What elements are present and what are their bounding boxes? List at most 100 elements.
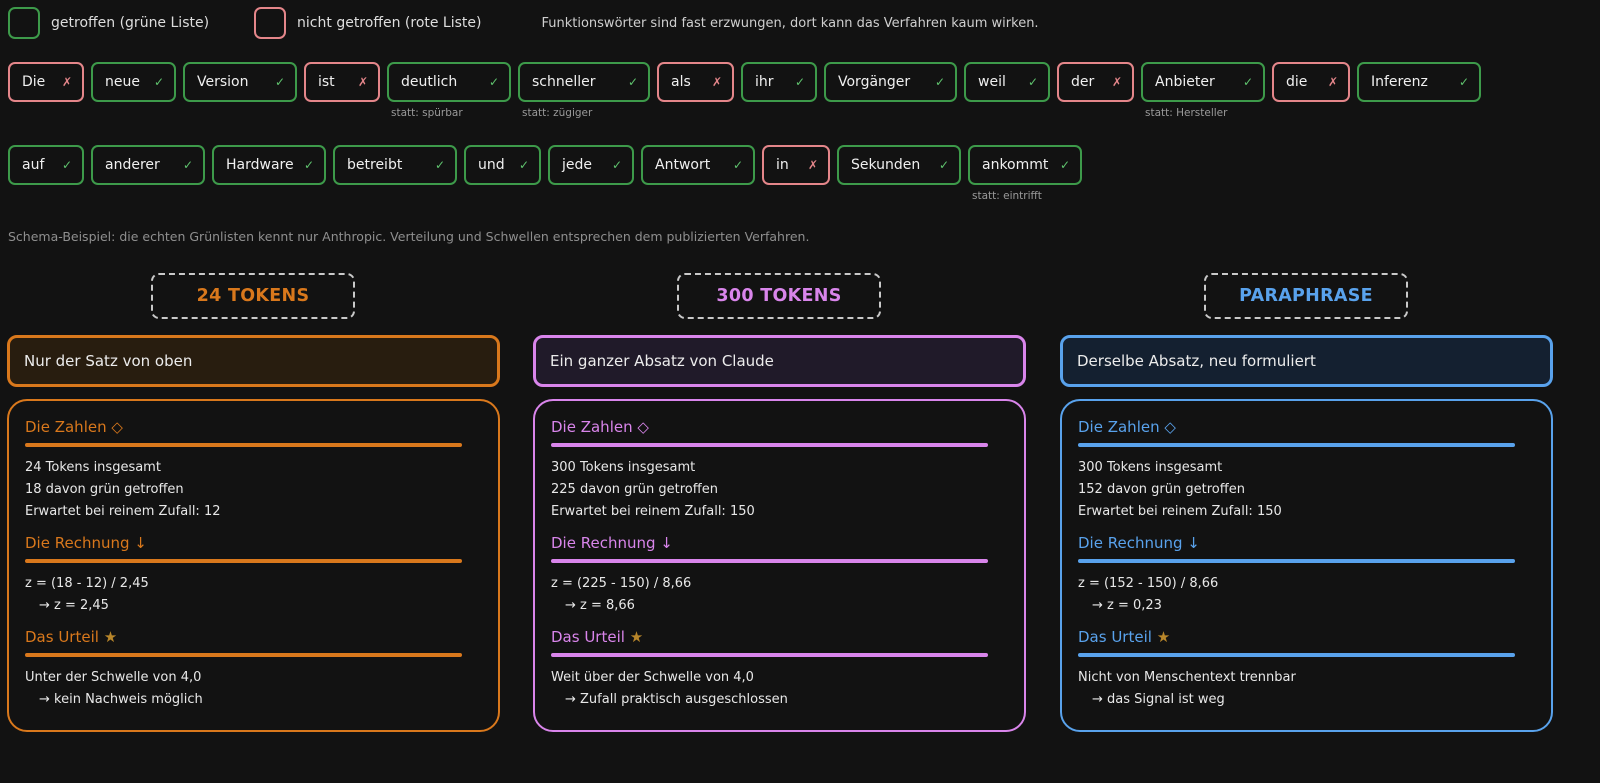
verdict-title: Das Urteil	[1078, 628, 1152, 646]
token-item: auf ✓	[8, 145, 84, 202]
token-alternative	[212, 190, 326, 202]
column-card: Die Zahlen ◇ 24 Tokens insgesamt 18 davo…	[7, 399, 500, 732]
token-alternative	[91, 107, 176, 119]
token-chip-hit: Vorgänger ✓	[824, 62, 957, 102]
numbers-line: 152 davon grün getroffen	[1078, 482, 1245, 497]
check-icon: ✓	[794, 75, 805, 89]
token-chip-hit: Inferenz ✓	[1357, 62, 1481, 102]
check-icon: ✓	[1242, 75, 1253, 89]
token-word: betreibt	[347, 157, 403, 173]
cross-icon: ✗	[61, 75, 72, 89]
check-icon: ✓	[182, 158, 193, 172]
token-chip-miss: Die ✗	[8, 62, 84, 102]
token-item: Hardware ✓	[212, 145, 326, 202]
legend-miss-label: nicht getroffen (rote Liste)	[297, 15, 482, 31]
token-item: ankommt ✓ statt: eintrifft	[968, 145, 1082, 202]
verdict-line: Weit über der Schwelle von 4,0	[551, 670, 754, 685]
token-chip-hit: und ✓	[464, 145, 541, 185]
calc-title: Die Rechnung ↓	[25, 534, 147, 552]
token-item: weil ✓	[964, 62, 1050, 119]
verdict-heading: Das Urteil ★	[551, 627, 988, 647]
token-item: deutlich ✓ statt: spürbar	[387, 62, 511, 119]
token-word: deutlich	[401, 74, 458, 90]
cross-icon: ✗	[711, 75, 722, 89]
token-alternative	[657, 107, 734, 119]
verdict-result: → das Signal ist weg	[1092, 692, 1225, 707]
section-divider	[1078, 653, 1515, 657]
numbers-line: Erwartet bei reinem Zufall: 150	[1078, 504, 1282, 519]
token-alternative	[824, 107, 957, 119]
token-chip-miss: die ✗	[1272, 62, 1350, 102]
token-alternative	[964, 107, 1050, 119]
column-card: Die Zahlen ◇ 300 Tokens insgesamt 152 da…	[1060, 399, 1553, 732]
numbers-title: Die Zahlen ◇	[1078, 418, 1176, 436]
check-icon: ✓	[1458, 75, 1469, 89]
token-alternative	[741, 107, 817, 119]
check-icon: ✓	[61, 158, 72, 172]
token-chip-hit: jede ✓	[548, 145, 634, 185]
star-icon: ★	[1156, 628, 1171, 646]
token-word: neue	[105, 74, 140, 90]
numbers-line: 24 Tokens insgesamt	[25, 460, 161, 475]
token-word: schneller	[532, 74, 596, 90]
token-word: ist	[318, 74, 335, 90]
token-alternative	[8, 107, 84, 119]
numbers-line: Erwartet bei reinem Zufall: 12	[25, 504, 221, 519]
token-item: Anbieter ✓ statt: Hersteller	[1141, 62, 1265, 119]
calc-result: → z = 8,66	[565, 598, 635, 613]
numbers-title: Die Zahlen ◇	[25, 418, 123, 436]
token-word: in	[776, 157, 789, 173]
token-word: anderer	[105, 157, 160, 173]
column-headline: Nur der Satz von oben	[7, 335, 500, 387]
check-icon: ✓	[732, 158, 743, 172]
token-word: weil	[978, 74, 1006, 90]
token-item: Sekunden ✓	[837, 145, 961, 202]
token-word: Version	[197, 74, 249, 90]
token-chip-hit: deutlich ✓	[387, 62, 511, 102]
token-alternative	[183, 107, 297, 119]
column-300-tokens: 300 TOKENS Ein ganzer Absatz von Claude …	[533, 273, 1026, 732]
legend-hit-label: getroffen (grüne Liste)	[51, 15, 210, 31]
calc-line: z = (152 - 150) / 8,66	[1078, 576, 1219, 591]
token-item: in ✗	[762, 145, 830, 202]
check-icon: ✓	[627, 75, 638, 89]
token-alternative	[837, 190, 961, 202]
legend: getroffen (grüne Liste) nicht getroffen …	[8, 6, 1592, 40]
cross-icon: ✗	[807, 158, 818, 172]
check-icon: ✓	[611, 158, 622, 172]
token-item: und ✓	[464, 145, 541, 202]
legend-note: Funktionswörter sind fast erzwungen, dor…	[541, 15, 1039, 31]
token-item: neue ✓	[91, 62, 176, 119]
token-item: jede ✓	[548, 145, 634, 202]
token-alternative: statt: eintrifft	[972, 190, 1042, 202]
token-item: Version ✓	[183, 62, 297, 119]
column-tag: 24 TOKENS	[151, 273, 355, 319]
numbers-line: 225 davon grün getroffen	[551, 482, 718, 497]
token-chip-hit: Anbieter ✓	[1141, 62, 1265, 102]
section-divider	[1078, 559, 1515, 563]
token-row-1: Die ✗ neue ✓ Version ✓ ist ✗ deutlich ✓ statt: spü…	[8, 62, 1488, 119]
check-icon: ✓	[518, 158, 529, 172]
check-icon: ✓	[488, 75, 499, 89]
token-chip-miss: ist ✗	[304, 62, 380, 102]
token-word: Sekunden	[851, 157, 921, 173]
token-word: Die	[22, 74, 46, 90]
calc-title: Die Rechnung ↓	[1078, 534, 1200, 552]
token-chip-hit: anderer ✓	[91, 145, 205, 185]
token-chip-hit: ihr ✓	[741, 62, 817, 102]
numbers-line: 300 Tokens insgesamt	[1078, 460, 1223, 475]
token-item: schneller ✓ statt: zügiger	[518, 62, 650, 119]
calc-line: z = (225 - 150) / 8,66	[551, 576, 692, 591]
calc-title: Die Rechnung ↓	[551, 534, 673, 552]
check-icon: ✓	[153, 75, 164, 89]
token-item: betreibt ✓	[333, 145, 457, 202]
token-chip-miss: als ✗	[657, 62, 734, 102]
calc-result: → z = 0,23	[1092, 598, 1162, 613]
token-item: Vorgänger ✓	[824, 62, 957, 119]
section-divider	[551, 653, 988, 657]
section-divider	[25, 443, 462, 447]
verdict-result: → Zufall praktisch ausgeschlossen	[565, 692, 788, 707]
star-icon: ★	[103, 628, 118, 646]
token-alternative	[304, 107, 380, 119]
section-divider	[1078, 443, 1515, 447]
